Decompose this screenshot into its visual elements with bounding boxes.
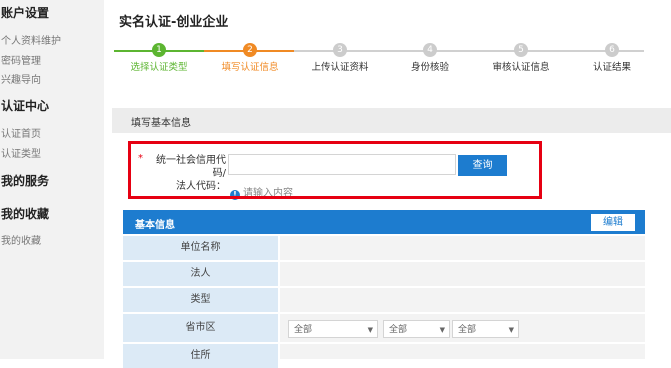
city-select-value: 全部 (389, 325, 408, 335)
sidebar: 账户设置 个人资料维护 密码管理 兴趣导向 认证中心 认证首页 认证类型 我的服… (0, 0, 104, 359)
row-label-address: 住所 (123, 344, 278, 368)
province-select[interactable]: 全部 ▼ (288, 320, 378, 338)
step-4-circle: 4 (423, 43, 437, 57)
step-5-label: 审核认证信息 (492, 62, 550, 73)
row-label-type: 类型 (123, 288, 278, 312)
sidebar-item-cert-type[interactable]: 认证类型 (1, 145, 41, 160)
section-header: 填写基本信息 (112, 108, 671, 133)
sidebar-item-interests[interactable]: 兴趣导向 (1, 71, 41, 86)
sidebar-item-password[interactable]: 密码管理 (1, 52, 41, 67)
sidebar-item-my-favorites[interactable]: 我的收藏 (1, 232, 41, 247)
district-select[interactable]: 全部 ▼ (452, 320, 519, 338)
edit-button[interactable]: 编辑 (591, 214, 635, 231)
row-label-company-name: 单位名称 (123, 236, 278, 260)
row-label-region: 省市区 (123, 314, 278, 342)
province-select-value: 全部 (294, 325, 313, 335)
row-value-company-name (280, 236, 645, 260)
city-select[interactable]: 全部 ▼ (383, 320, 450, 338)
row-value-legal-person (280, 262, 645, 286)
step-1-label[interactable]: 选择认证类型 (130, 59, 187, 73)
row-value-address (280, 344, 645, 359)
sidebar-heading-services[interactable]: 我的服务 (1, 172, 49, 189)
page-title: 实名认证-创业企业 (119, 15, 229, 30)
step-6-circle: 6 (605, 43, 619, 57)
step-1-circle: 1 (152, 43, 166, 57)
step-2-label: 填写认证信息 (221, 62, 279, 73)
sidebar-item-profile[interactable]: 个人资料维护 (1, 32, 61, 47)
row-label-legal-person: 法人 (123, 262, 278, 286)
highlight-box (128, 141, 542, 199)
step-3-circle: 3 (333, 43, 347, 57)
sidebar-heading-account: 账户设置 (1, 6, 50, 20)
section-title: 填写基本信息 (131, 118, 191, 129)
main-content: 实名认证-创业企业 1 选择认证类型 2 填写认证信息 3 上传认证资料 4 身… (104, 0, 671, 368)
chevron-down-icon: ▼ (439, 326, 445, 334)
step-2-circle: 2 (243, 43, 257, 57)
district-select-value: 全部 (458, 325, 477, 335)
sidebar-heading-certification: 认证中心 (1, 99, 50, 113)
step-4-label: 身份核验 (410, 62, 450, 73)
basic-info-header: 基本信息 编辑 (123, 210, 645, 234)
step-3-label: 上传认证资料 (311, 62, 369, 73)
step-6-label: 认证结果 (592, 62, 632, 73)
step-5-circle: 5 (514, 43, 528, 57)
row-value-type (280, 288, 645, 312)
chevron-down-icon: ▼ (508, 326, 514, 334)
basic-info-title: 基本信息 (135, 220, 175, 231)
chevron-down-icon: ▼ (367, 326, 373, 334)
sidebar-item-cert-home[interactable]: 认证首页 (1, 125, 41, 140)
sidebar-heading-favorites: 我的收藏 (1, 207, 50, 221)
